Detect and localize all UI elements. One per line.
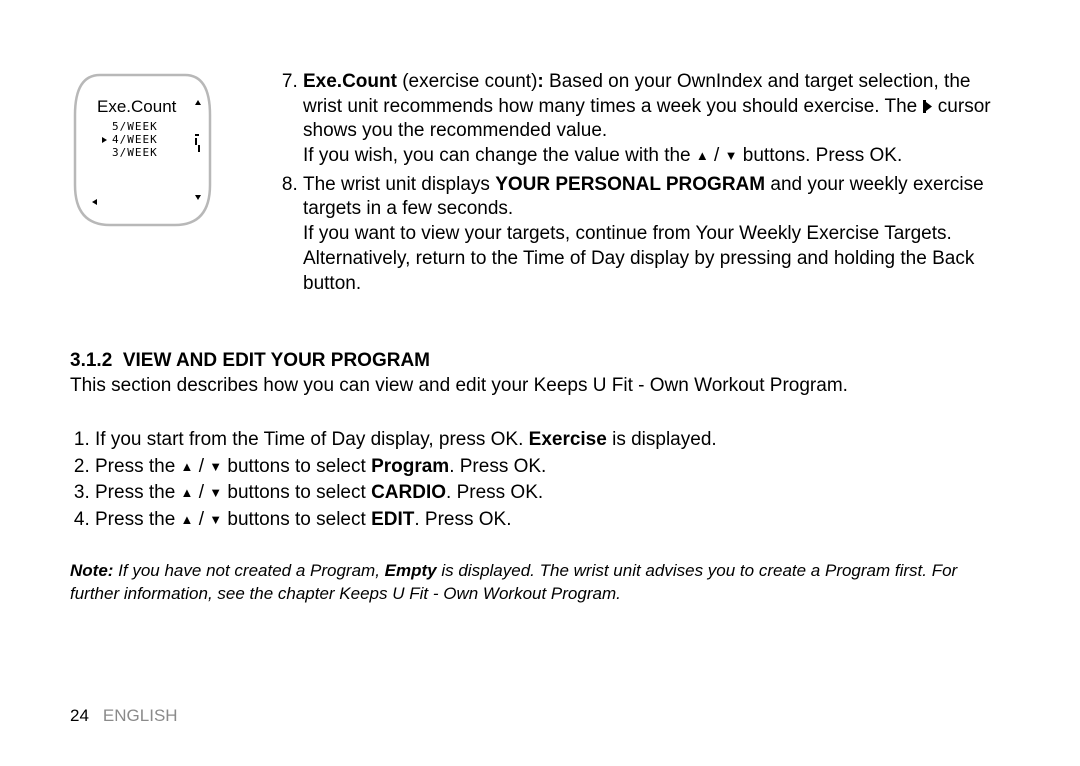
svg-text:3/WEEK: 3/WEEK: [112, 146, 158, 159]
down-triangle-icon: ▼: [209, 458, 222, 476]
up-triangle-icon: ▲: [181, 484, 194, 502]
top-section: Exe.Count 5/WEEK 4/WEEK 3/WEEK Exe.Count…: [70, 70, 1010, 300]
instruction-list-continued: Exe.Count (exercise count): Based on you…: [275, 70, 1010, 300]
cursor-icon: [923, 100, 933, 113]
up-triangle-icon: ▲: [181, 458, 194, 476]
list-item-8: The wrist unit displays YOUR PERSONAL PR…: [303, 173, 1010, 296]
down-triangle-icon: ▼: [725, 148, 738, 165]
manual-page: Exe.Count 5/WEEK 4/WEEK 3/WEEK Exe.Count…: [0, 0, 1080, 766]
list-item-7: Exe.Count (exercise count): Based on you…: [303, 70, 1010, 169]
step-1: If you start from the Time of Day displa…: [95, 427, 1010, 453]
section-heading: 3.1.2 VIEW AND EDIT YOUR PROGRAM: [70, 350, 1010, 372]
down-triangle-icon: ▼: [209, 484, 222, 502]
step-4: Press the ▲ / ▼ buttons to select EDIT. …: [95, 507, 1010, 533]
step-2: Press the ▲ / ▼ buttons to select Progra…: [95, 454, 1010, 480]
device-title: Exe.Count: [97, 97, 177, 116]
svg-text:5/WEEK: 5/WEEK: [112, 120, 158, 133]
page-number: 24: [70, 706, 89, 725]
exe-count-label: Exe.Count: [303, 71, 397, 92]
down-triangle-icon: ▼: [209, 511, 222, 529]
up-triangle-icon: ▲: [696, 148, 709, 165]
up-triangle-icon: ▲: [181, 511, 194, 529]
note-text: Note: If you have not created a Program,…: [70, 560, 1010, 604]
step-3: Press the ▲ / ▼ buttons to select CARDIO…: [95, 480, 1010, 506]
steps-list: If you start from the Time of Day displa…: [70, 427, 1010, 533]
svg-text:4/WEEK: 4/WEEK: [112, 133, 158, 146]
personal-program-label: YOUR PERSONAL PROGRAM: [495, 174, 765, 195]
section-intro: This section describes how you can view …: [70, 374, 1010, 399]
device-screen-illustration: Exe.Count 5/WEEK 4/WEEK 3/WEEK: [70, 70, 215, 230]
page-footer: 24 ENGLISH: [70, 706, 178, 726]
footer-language: ENGLISH: [103, 706, 178, 725]
